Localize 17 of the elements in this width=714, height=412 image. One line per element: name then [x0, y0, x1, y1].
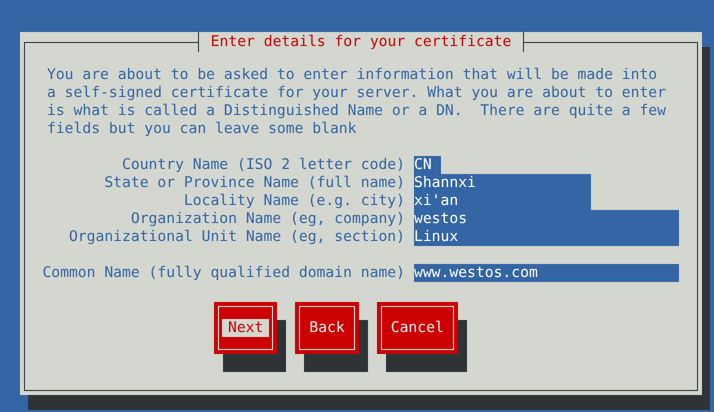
- field-label: Common Name (fully qualified domain name): [41, 264, 406, 282]
- dialog-button[interactable]: Back: [295, 302, 359, 354]
- input-field[interactable]: Shannxi: [414, 174, 591, 192]
- input-field[interactable]: xi'an: [414, 192, 591, 210]
- dialog-button[interactable]: Next: [214, 302, 278, 354]
- dialog-button[interactable]: Cancel: [376, 302, 458, 354]
- input-field[interactable]: westos: [414, 210, 680, 228]
- field-label: Organization Name (eg, company): [130, 210, 406, 228]
- input-field[interactable]: www.westos.com: [414, 264, 680, 282]
- input-field[interactable]: CN: [414, 156, 441, 174]
- field-label: Locality Name (e.g. city): [182, 192, 406, 210]
- field-label: Organizational Unit Name (eg, section): [68, 228, 406, 246]
- input-field[interactable]: Linux: [414, 228, 680, 246]
- dialog-message: You are about to be asked to enter information that will be made into a self-signed certificate for your server. What you are about to enter is what is called a Distinguished Name or a DN. There are quite a few fields but you can leave some blank: [47, 66, 667, 138]
- field-label: Country Name (ISO 2 letter code): [121, 156, 406, 174]
- field-label: State or Province Name (full name): [103, 174, 406, 192]
- dialog-title: Enter details for your certificate: [198, 32, 524, 52]
